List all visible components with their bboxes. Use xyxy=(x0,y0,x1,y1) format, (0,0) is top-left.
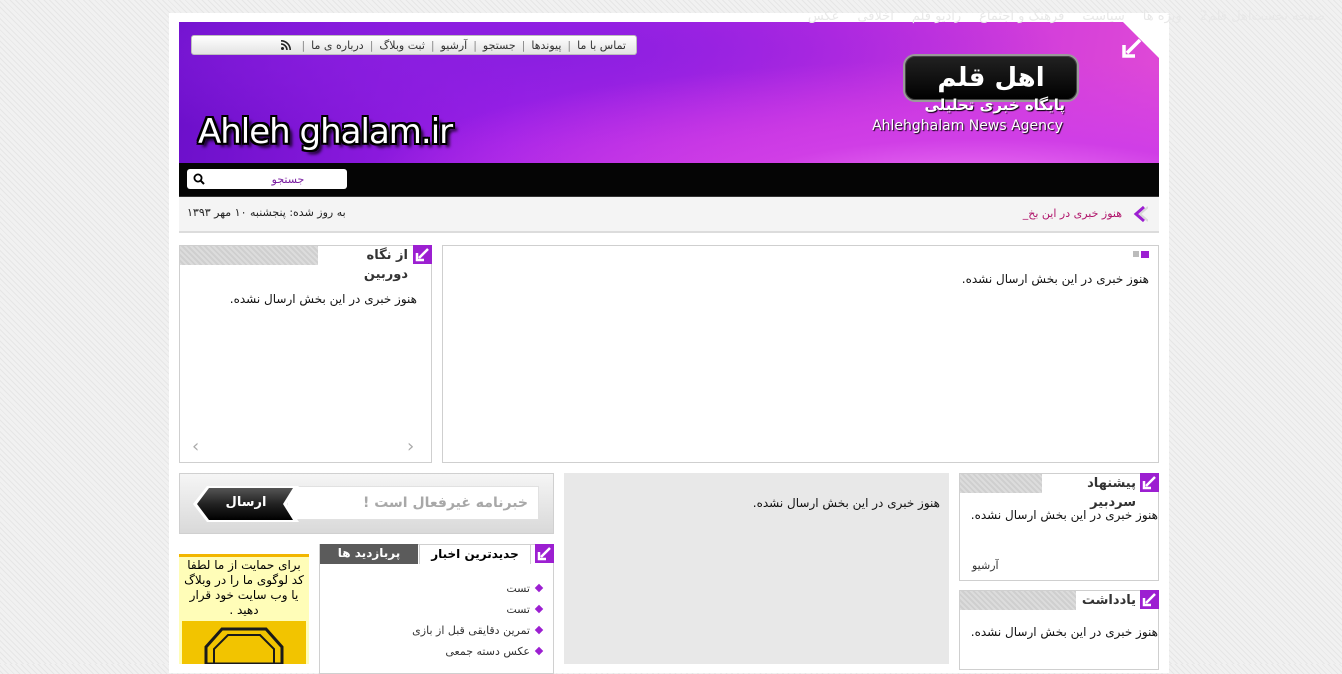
diamond-bullet-icon xyxy=(534,583,544,593)
list-item[interactable]: تست xyxy=(330,599,544,620)
diamond-bullet-icon xyxy=(534,646,544,656)
chevron-left-icon[interactable] xyxy=(1130,206,1148,222)
logo-badge-image[interactable] xyxy=(182,621,306,664)
top-link-about[interactable]: درباره ی ما xyxy=(311,39,364,52)
top-link-contact[interactable]: تماس با ما xyxy=(577,39,626,52)
camera-box-title: از نگاه دوربین xyxy=(318,246,412,282)
diamond-bullet-icon xyxy=(534,625,544,635)
newsletter-send-label[interactable]: ارسال xyxy=(206,494,286,512)
middle-news-empty: هنوز خبری در این بخش ارسال نشده. xyxy=(752,496,940,510)
rss-icon[interactable] xyxy=(281,40,292,50)
main-slider-empty: هنوز خبری در این بخش ارسال نشده. xyxy=(961,272,1149,286)
editor-pick-title: پیشنهاد سردبیر xyxy=(1042,474,1140,510)
nav-item-home[interactable]: صفحه نخست xyxy=(1252,9,1325,24)
nav-item-radio[interactable]: رادیو قلم xyxy=(912,9,961,24)
tab-most-visited[interactable]: پربازدید ها xyxy=(320,544,418,564)
notes-box-title: یادداشت xyxy=(1076,591,1140,610)
separator: | xyxy=(473,38,477,52)
archive-link[interactable]: آرشیو xyxy=(972,559,999,572)
arrow-icon xyxy=(413,245,432,264)
last-update-date: به روز شده: پنجشنبه ۱۰ مهر ۱۳۹۳ xyxy=(187,206,346,219)
list-item[interactable]: تمرین دقایقی قبل از بازی xyxy=(330,620,544,641)
notes-box-empty: هنوز خبری در این بخش ارسال نشده. xyxy=(970,625,1158,639)
slider-dot[interactable] xyxy=(1133,251,1139,257)
list-item-label[interactable]: عکس دسته جمعی xyxy=(445,645,530,658)
separator: | xyxy=(301,38,306,52)
site-logo[interactable]: اهل قلم xyxy=(903,54,1079,102)
list-item-label[interactable]: تست xyxy=(506,582,530,595)
nav-item-photo[interactable]: عکس xyxy=(808,9,840,24)
search-placeholder: جستجو xyxy=(271,172,305,186)
chevron-left-icon[interactable]: ‹ xyxy=(192,436,199,457)
top-link-register-blog[interactable]: ثبت وبلاگ xyxy=(379,39,424,52)
search-icon[interactable] xyxy=(193,173,205,185)
logo-subtitle: پایگاه خبری تحلیلی xyxy=(924,96,1065,114)
list-item[interactable]: تست xyxy=(330,578,544,599)
newsletter-input[interactable]: خبرنامه غیرفعال است ! xyxy=(287,486,539,520)
latest-news-list: تست تست تمرین دقایقی قبل از بازی عکس دست… xyxy=(330,578,544,662)
top-link-search[interactable]: جستجو xyxy=(483,39,516,52)
site-name: Ahleh ghalam.ir xyxy=(198,112,453,152)
separator: | xyxy=(369,38,374,52)
nav-item-ahle-ghalam2[interactable]: اهل قلم2 xyxy=(1200,9,1252,24)
arrow-icon xyxy=(1140,590,1159,609)
slider-dot-active[interactable] xyxy=(1141,251,1149,258)
arrow-icon xyxy=(1140,473,1159,492)
ticker-text[interactable]: هنوز خبری در این بخ_ xyxy=(1000,207,1122,220)
nav-item-politics[interactable]: سیاست xyxy=(1082,9,1124,24)
separator: | xyxy=(430,38,435,52)
nav-item-specials[interactable]: ویژه ها xyxy=(1143,9,1182,24)
search-input[interactable]: جستجو xyxy=(187,169,347,189)
nav-item-culture[interactable]: فرهنگ و اجتماع xyxy=(979,9,1064,24)
tab-latest-news[interactable]: جدیدترین اخبار xyxy=(419,544,531,564)
list-item[interactable]: عکس دسته جمعی xyxy=(330,641,544,662)
arrow-icon xyxy=(535,544,554,563)
main-nav-items: صفحه نخست اهل قلم2 ویژه ها سیاست فرهنگ و… xyxy=(790,0,1325,33)
top-links-bar: تماس با ما | پیوندها | جستجو | آرشیو | ثبت و… xyxy=(191,35,637,55)
top-link-archive[interactable]: آرشیو xyxy=(441,39,468,52)
ad-text: برای حمایت از ما لطفا کد لوگوی ما را در … xyxy=(184,558,304,617)
corner-arrow-icon xyxy=(1122,38,1142,58)
chevron-right-icon[interactable]: › xyxy=(407,436,414,457)
top-link-links[interactable]: پیوندها xyxy=(531,39,561,52)
logo-title: اهل قلم xyxy=(937,63,1045,93)
separator: | xyxy=(521,38,526,52)
editor-pick-empty: هنوز خبری در این بخش ارسال نشده. xyxy=(970,508,1158,522)
list-item-label[interactable]: تمرین دقایقی قبل از بازی xyxy=(412,624,530,637)
camera-box-empty: هنوز خبری در این بخش ارسال نشده. xyxy=(229,292,417,306)
nav-item-ethics[interactable]: اخلاقی xyxy=(857,9,893,24)
separator: | xyxy=(567,38,572,52)
diamond-bullet-icon xyxy=(534,604,544,614)
list-item-label[interactable]: تست xyxy=(506,603,530,616)
logo-english: Ahlehghalam News Agency xyxy=(872,118,1063,134)
